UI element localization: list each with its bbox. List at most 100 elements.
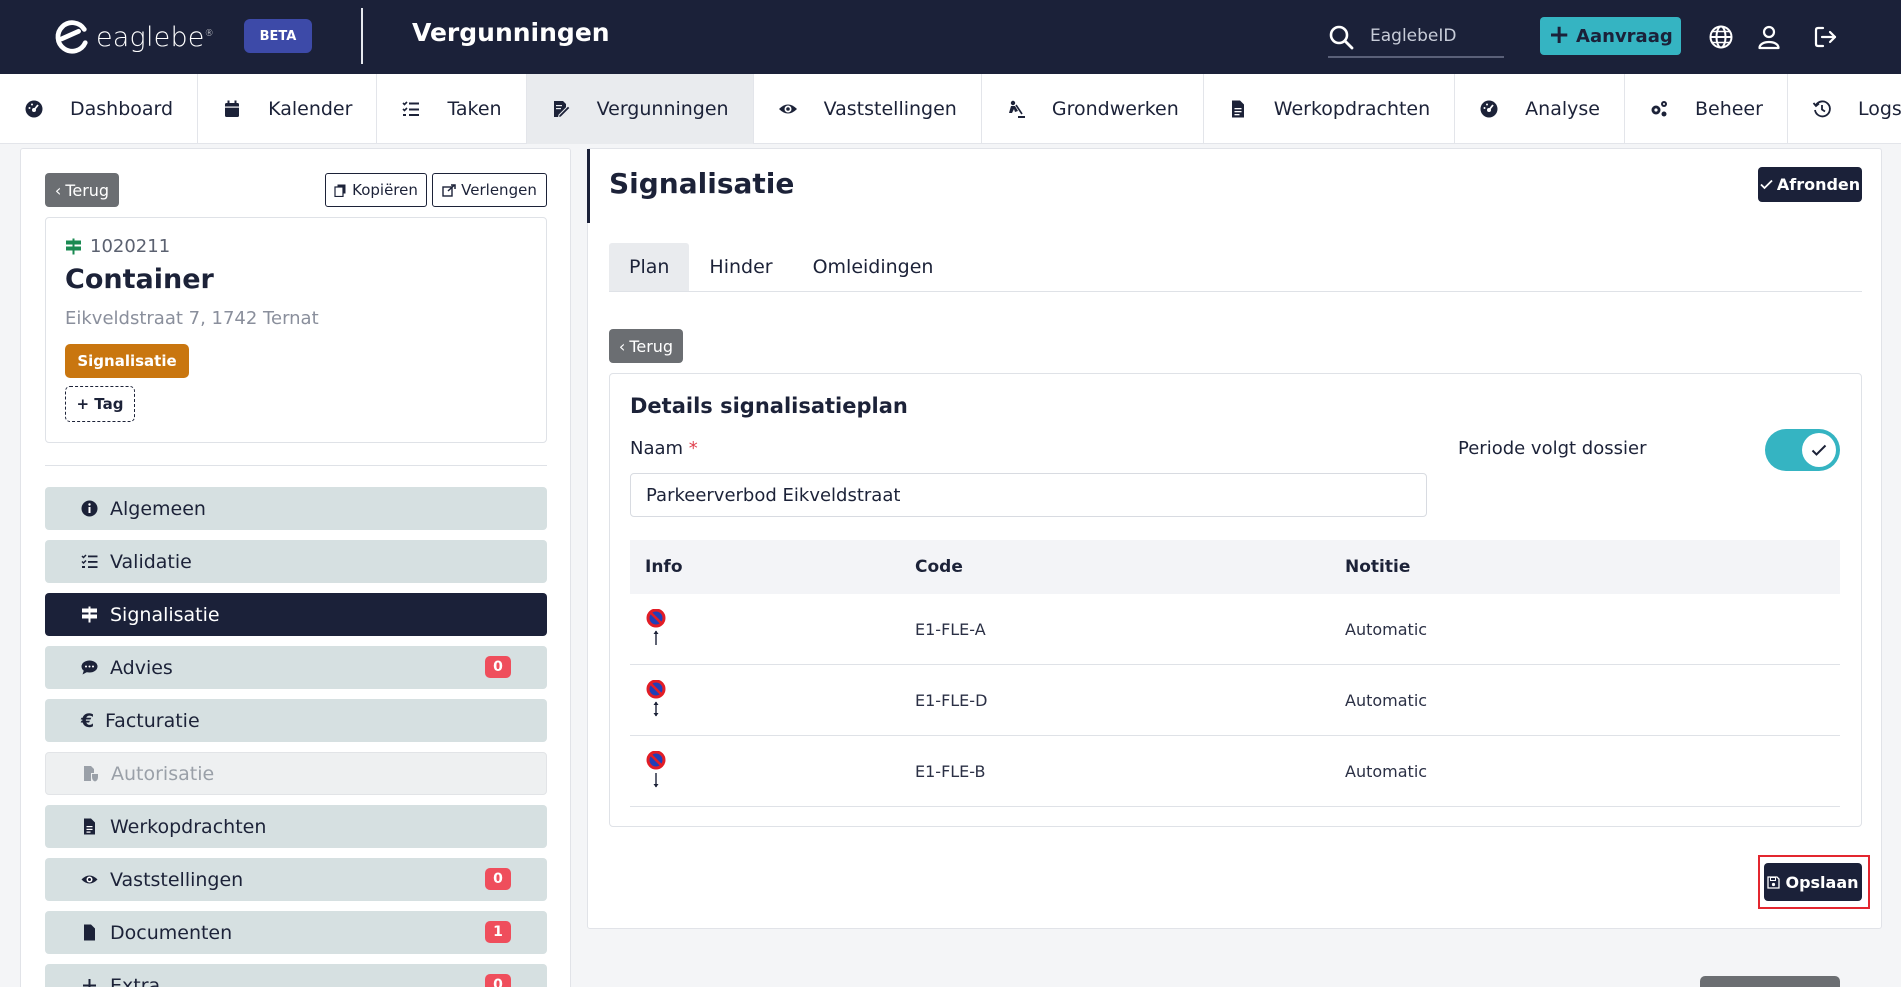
globe-icon[interactable] <box>1708 24 1734 50</box>
aanvraag-button[interactable]: + Aanvraag <box>1540 17 1681 55</box>
afronden-button[interactable]: Afronden <box>1758 167 1862 202</box>
save-icon <box>1767 875 1781 889</box>
tab-label: Vaststellingen <box>823 98 957 120</box>
sidebar-item-label: Algemeen <box>110 497 206 520</box>
table-row[interactable]: E1-FLE-B Automatic <box>630 736 1840 807</box>
back-label: Terug <box>629 336 674 356</box>
tab-analyse[interactable]: Analyse <box>1455 74 1625 144</box>
app-title: Vergunningen <box>412 18 610 47</box>
sidebar-item-signalisatie[interactable]: Signalisatie <box>45 593 547 636</box>
notitie-cell: Automatic <box>1345 761 1428 781</box>
tab-label: Beheer <box>1694 98 1763 120</box>
notitie-cell: Automatic <box>1345 690 1428 710</box>
verlengen-button[interactable]: Verlengen <box>432 173 547 207</box>
user-icon[interactable] <box>1756 24 1782 50</box>
tab-dashboard[interactable]: Dashboard <box>0 74 199 144</box>
kopieren-button[interactable]: Kopiëren <box>325 173 427 207</box>
sidebar-item-label: Documenten <box>110 921 233 944</box>
tab-label: Logs <box>1857 98 1901 120</box>
page-title: Signalisatie <box>609 167 795 200</box>
no-parking-sign-both-arrows-icon <box>646 680 666 717</box>
search-icon[interactable] <box>1328 24 1354 50</box>
search-box <box>1328 18 1504 58</box>
tab-vergunningen[interactable]: Vergunningen <box>526 74 754 144</box>
eye-icon <box>778 104 797 114</box>
plus-icon: + <box>1548 20 1571 50</box>
plan-back-button[interactable]: ‹ Terug <box>609 329 683 363</box>
permit-icon <box>553 101 571 119</box>
logo[interactable]: eaglebe® <box>52 18 214 56</box>
periode-volgt-dossier-toggle[interactable] <box>1765 429 1840 471</box>
file-icon <box>84 924 95 941</box>
code-cell: E1-FLE-A <box>915 619 986 639</box>
signalisatie-tag[interactable]: Signalisatie <box>65 344 189 378</box>
tab-werkopdrachten[interactable]: Werkopdrachten <box>1204 74 1456 144</box>
tab-label: Kalender <box>268 98 353 120</box>
tasks-icon <box>402 101 420 116</box>
history-icon <box>1812 100 1831 118</box>
signalisatie-table: Info Code Notitie E1-FLE-A Automatic E1-… <box>630 540 1840 807</box>
tab-plan[interactable]: Plan <box>609 243 690 291</box>
tab-label: Analyse <box>1525 98 1600 120</box>
tab-label: Werkopdrachten <box>1273 98 1431 120</box>
tab-label: Dashboard <box>70 98 174 120</box>
tab-kalender[interactable]: Kalender <box>198 74 378 144</box>
naam-field[interactable] <box>630 473 1427 517</box>
kopieren-label: Kopiëren <box>352 181 418 199</box>
sidebar-item-documenten[interactable]: Documenten 1 <box>45 911 547 954</box>
dossier-sidebar: ‹ Terug Kopiëren Verlengen 1020211 Conta… <box>20 148 571 987</box>
euro-icon: € <box>81 709 95 732</box>
verlengen-label: Verlengen <box>461 181 537 199</box>
back-label: Terug <box>65 180 110 200</box>
toggle-knob <box>1802 433 1836 467</box>
back-button[interactable]: ‹ Terug <box>45 173 119 207</box>
table-header: Info Code Notitie <box>630 540 1840 594</box>
document-icon <box>1231 100 1244 118</box>
search-input[interactable] <box>1370 22 1500 50</box>
column-header-notitie: Notitie <box>1345 557 1411 577</box>
sidebar-item-validatie[interactable]: Validatie <box>45 540 547 583</box>
dossier-card: 1020211 Container Eikveldstraat 7, 1742 … <box>45 217 547 443</box>
tab-hinder[interactable]: Hinder <box>689 243 792 291</box>
file-shield-icon <box>84 766 98 782</box>
tab-taken[interactable]: Taken <box>377 74 527 144</box>
sidebar-item-algemeen[interactable]: Algemeen <box>45 487 547 530</box>
table-row[interactable]: E1-FLE-D Automatic <box>630 665 1840 736</box>
naam-label-text: Naam <box>630 438 684 459</box>
tab-omleidingen[interactable]: Omleidingen <box>793 243 954 291</box>
sidebar-item-label: Extra <box>110 974 161 987</box>
dossier-title: Container <box>65 264 214 295</box>
sidebar-item-extra[interactable]: Extra 0 <box>45 964 547 987</box>
panel-accent-bar <box>587 149 590 223</box>
count-badge: 0 <box>485 656 511 678</box>
opslaan-label: Opslaan <box>1785 872 1859 892</box>
add-tag-button[interactable]: + Tag <box>65 386 135 422</box>
logo-registered-mark: ® <box>204 28 214 39</box>
top-bar: eaglebe® BETA Vergunningen + Aanvraag <box>0 0 1901 74</box>
partial-bottom-button[interactable] <box>1700 976 1840 987</box>
sidebar-item-label: Werkopdrachten <box>110 815 267 838</box>
sidebar-item-label: Facturatie <box>105 709 200 732</box>
main-tab-nav: Dashboard Kalender Taken Vergunningen Va… <box>0 74 1901 144</box>
tab-grondwerken[interactable]: Grondwerken <box>982 74 1204 144</box>
details-signalisatieplan-card: Details signalisatieplan Naam * Periode … <box>609 373 1862 827</box>
signpost-icon <box>82 606 97 623</box>
dossier-address: Eikveldstraat 7, 1742 Ternat <box>65 308 319 329</box>
tab-beheer[interactable]: Beheer <box>1625 74 1788 144</box>
opslaan-button[interactable]: Opslaan <box>1764 863 1862 901</box>
sidebar-item-werkopdrachten[interactable]: Werkopdrachten <box>45 805 547 848</box>
tab-vaststellingen[interactable]: Vaststellingen <box>754 74 982 144</box>
aanvraag-label: Aanvraag <box>1576 25 1673 47</box>
logout-icon[interactable] <box>1813 24 1839 50</box>
tab-logs[interactable]: Logs <box>1788 74 1901 144</box>
eaglebe-logo-icon <box>55 20 88 54</box>
sidebar-item-facturatie[interactable]: € Facturatie <box>45 699 547 742</box>
plus-icon <box>83 979 96 987</box>
sidebar-item-advies[interactable]: Advies 0 <box>45 646 547 689</box>
sidebar-item-vaststellingen[interactable]: Vaststellingen 0 <box>45 858 547 901</box>
dossier-id: 1020211 <box>90 236 171 257</box>
eye-icon <box>81 875 98 884</box>
check-icon <box>1811 444 1827 456</box>
count-badge: 0 <box>485 974 511 987</box>
table-row[interactable]: E1-FLE-A Automatic <box>630 594 1840 665</box>
